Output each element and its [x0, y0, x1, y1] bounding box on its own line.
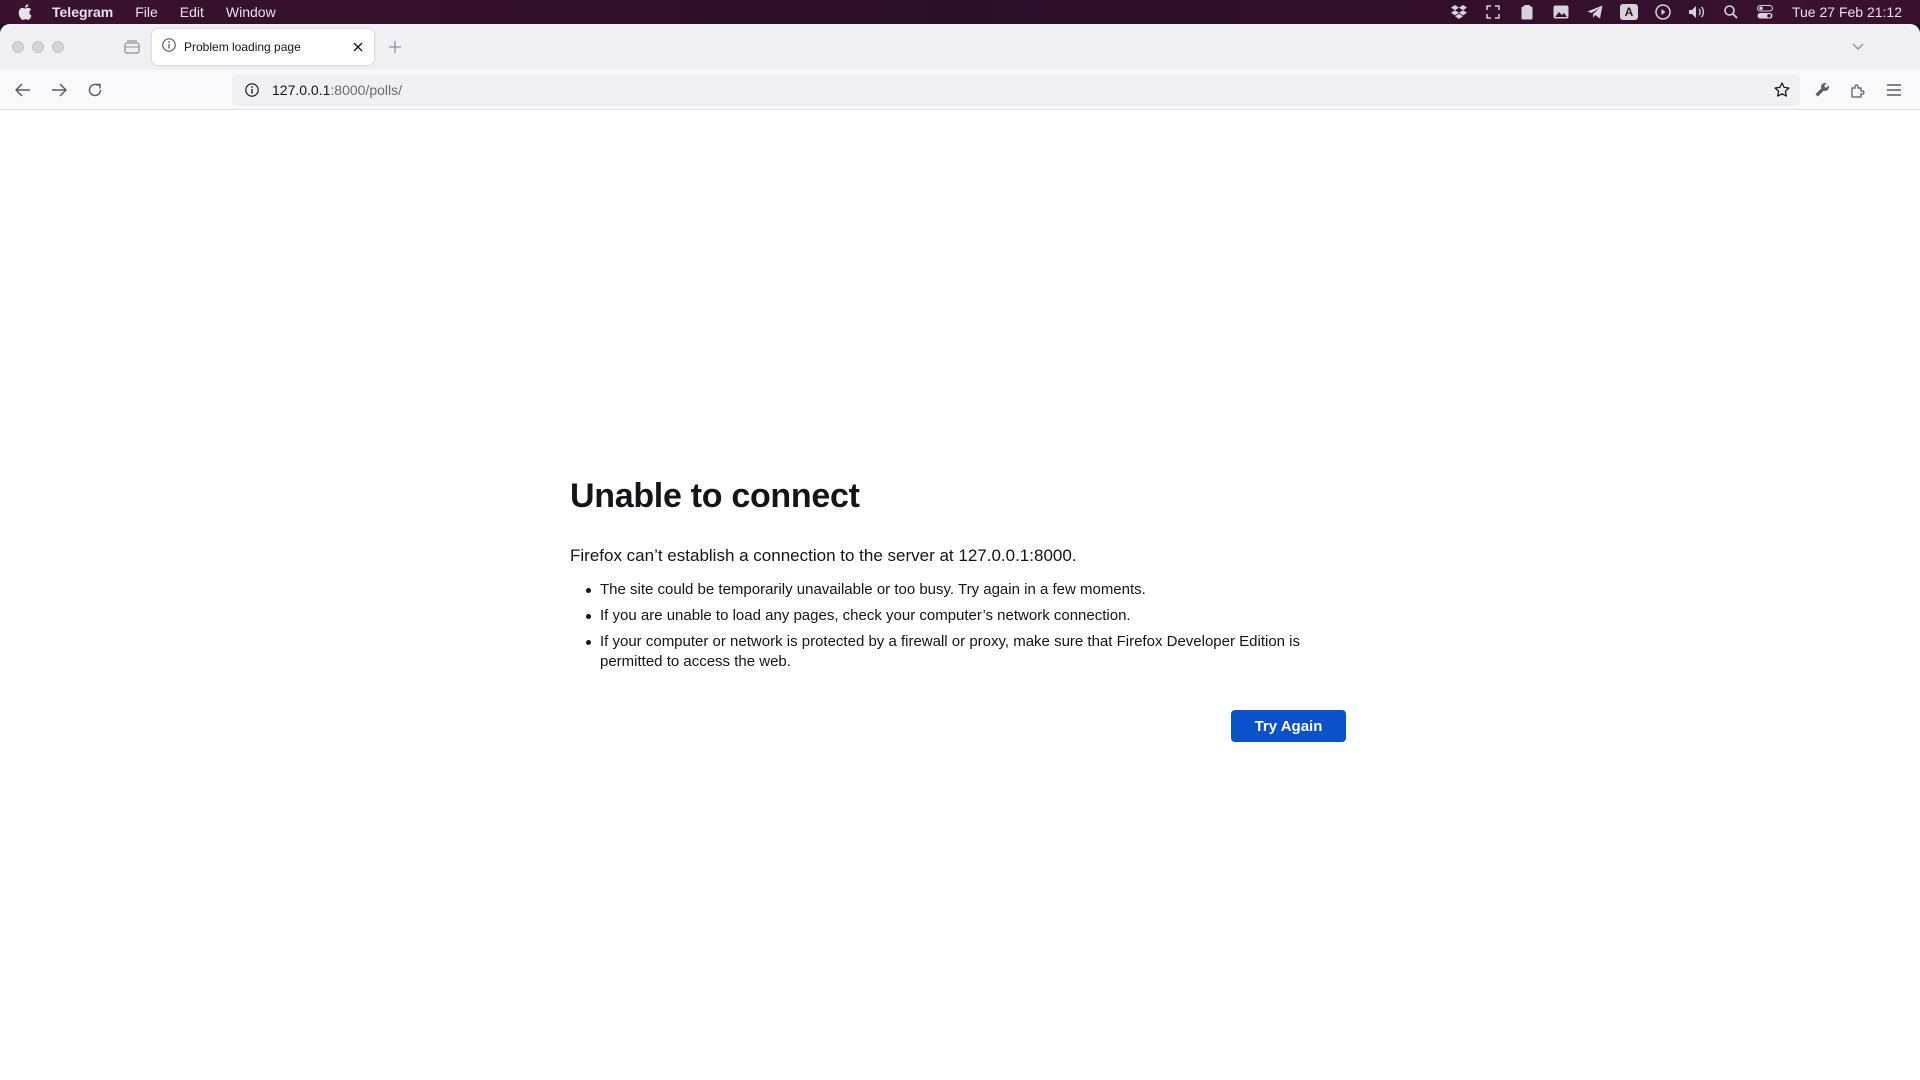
- forward-arrow-icon[interactable]: [41, 74, 77, 106]
- firefox-view-icon[interactable]: [122, 37, 142, 57]
- hamburger-menu-icon[interactable]: [1876, 74, 1912, 106]
- control-center-icon[interactable]: [1748, 0, 1782, 24]
- dropbox-icon[interactable]: [1442, 0, 1476, 24]
- try-again-button[interactable]: Try Again: [1231, 710, 1346, 742]
- tab-strip: Problem loading page: [0, 24, 1920, 70]
- reload-icon[interactable]: [77, 74, 113, 106]
- clipboard-icon[interactable]: [1510, 0, 1544, 24]
- telegram-icon[interactable]: [1578, 0, 1612, 24]
- list-item: If your computer or network is protected…: [586, 632, 1346, 672]
- menu-file[interactable]: File: [135, 0, 158, 24]
- error-container: Unable to connect Firefox can’t establis…: [570, 474, 1346, 742]
- tab-title: Problem loading page: [184, 40, 301, 54]
- navigation-toolbar: 127.0.0.1:8000/polls/: [0, 70, 1920, 110]
- image-icon[interactable]: [1544, 0, 1578, 24]
- extensions-puzzle-icon[interactable]: [1840, 74, 1876, 106]
- close-tab-icon[interactable]: [346, 35, 370, 59]
- input-source-label: A: [1619, 4, 1638, 20]
- list-item: The site could be temporarily unavailabl…: [586, 580, 1346, 600]
- menu-edit[interactable]: Edit: [180, 0, 204, 24]
- menu-bar-clock[interactable]: Tue 27 Feb 21:12: [1792, 4, 1902, 20]
- toolbar-right-buttons: [1804, 74, 1912, 106]
- page-content: Unable to connect Firefox can’t establis…: [0, 110, 1920, 1080]
- zoom-window-button[interactable]: [52, 41, 64, 53]
- browser-window: Problem loading page 127.0.0.1:8000/poll…: [0, 24, 1920, 1080]
- button-row: Try Again: [570, 710, 1346, 742]
- error-description: Firefox can’t establish a connection to …: [570, 546, 1077, 565]
- screenshot-icon[interactable]: [1476, 0, 1510, 24]
- url-path: :8000/polls/: [330, 82, 402, 98]
- back-arrow-icon[interactable]: [5, 74, 41, 106]
- error-suggestions-list: The site could be temporarily unavailabl…: [586, 580, 1346, 672]
- search-icon[interactable]: [1714, 0, 1748, 24]
- volume-icon[interactable]: [1680, 0, 1714, 24]
- close-window-button[interactable]: [12, 41, 24, 53]
- minimize-window-button[interactable]: [32, 41, 44, 53]
- chevron-down-icon[interactable]: [1848, 37, 1868, 57]
- menu-bar-status-area: A Tue 27 Feb 21:12: [1442, 0, 1902, 24]
- new-tab-plus-icon[interactable]: [385, 37, 405, 57]
- bookmark-star-icon[interactable]: [1770, 78, 1794, 102]
- window-controls: [12, 41, 72, 53]
- menu-window[interactable]: Window: [226, 0, 276, 24]
- error-title: Unable to connect: [570, 477, 860, 515]
- macos-menu-bar: Telegram File Edit Window A Tue 27 Feb 2…: [0, 0, 1920, 24]
- tab-problem-loading-page[interactable]: Problem loading page: [152, 29, 374, 65]
- url-host: 127.0.0.1: [272, 82, 331, 98]
- apple-menu-icon[interactable]: [18, 4, 36, 20]
- input-source-icon[interactable]: A: [1612, 0, 1646, 24]
- wrench-icon[interactable]: [1804, 74, 1840, 106]
- url-text[interactable]: 127.0.0.1:8000/polls/: [272, 82, 402, 98]
- list-item: If you are unable to load any pages, che…: [586, 606, 1346, 626]
- info-icon: [162, 37, 176, 57]
- menu-app-name[interactable]: Telegram: [52, 0, 113, 24]
- site-info-icon[interactable]: [238, 83, 266, 97]
- address-bar[interactable]: 127.0.0.1:8000/polls/: [232, 74, 1800, 106]
- play-icon[interactable]: [1646, 0, 1680, 24]
